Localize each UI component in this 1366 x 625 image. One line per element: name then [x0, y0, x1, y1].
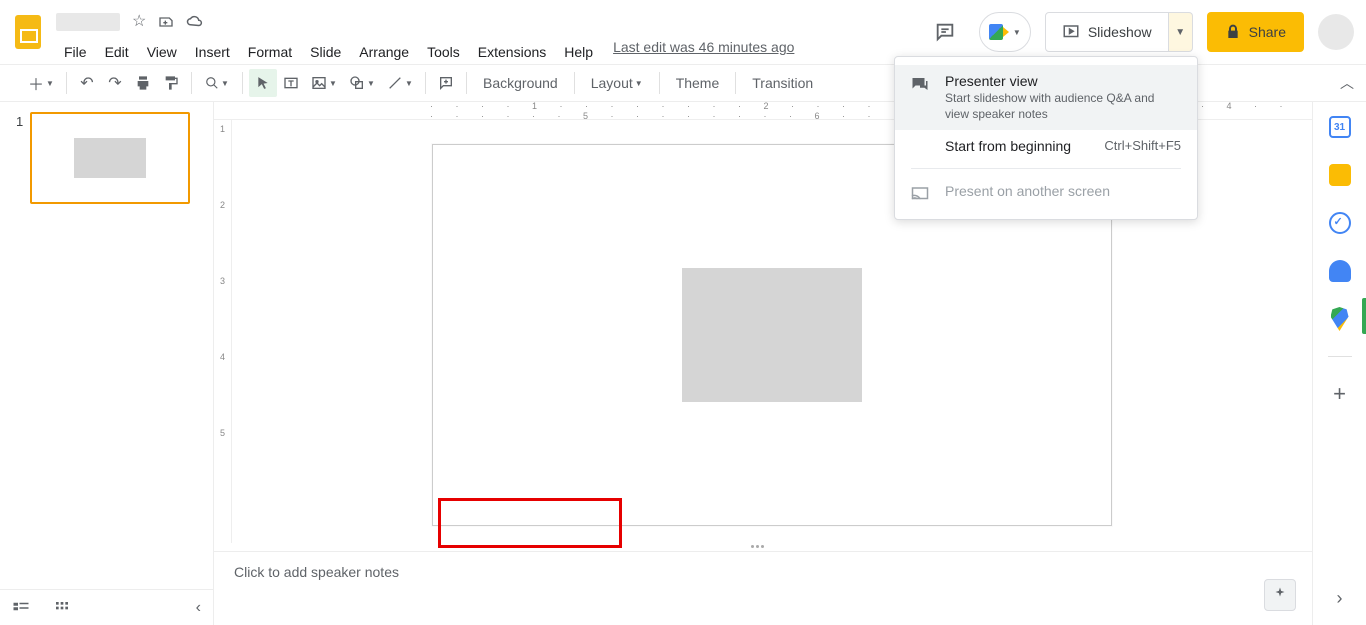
presenter-view-description: Start slideshow with audience Q&A and vi… — [945, 91, 1181, 122]
menu-file[interactable]: File — [56, 40, 95, 64]
slideshow-dropdown-menu: Presenter view Start slideshow with audi… — [894, 56, 1198, 220]
share-button[interactable]: Share — [1207, 12, 1304, 52]
collapse-filmstrip-icon[interactable]: ‹ — [196, 599, 201, 617]
last-edit-link[interactable]: Last edit was 46 minutes ago — [613, 17, 794, 55]
presenter-view-item[interactable]: Presenter view Start slideshow with audi… — [895, 65, 1197, 130]
slide-content-image[interactable] — [682, 268, 862, 402]
start-from-beginning-shortcut: Ctrl+Shift+F5 — [1104, 138, 1181, 153]
slide-thumbnail[interactable] — [30, 112, 190, 204]
lock-icon — [1225, 24, 1241, 40]
slides-logo[interactable] — [8, 12, 48, 52]
shape-tool[interactable]: ▼ — [343, 69, 381, 97]
slideshow-icon — [1062, 23, 1080, 41]
sidepanel-separator — [1328, 356, 1352, 357]
meet-icon — [989, 24, 1009, 40]
presenter-view-icon — [911, 75, 931, 93]
menu-slide[interactable]: Slide — [302, 40, 349, 64]
document-title[interactable] — [56, 13, 120, 31]
collapse-toolbar-icon[interactable]: ︿ — [1340, 73, 1354, 93]
filmstrip-view-icon[interactable] — [12, 601, 30, 615]
hide-sidepanel-icon[interactable]: › — [1337, 588, 1343, 609]
image-tool[interactable]: ▼ — [305, 69, 343, 97]
sidepanel-active-indicator — [1362, 298, 1366, 334]
theme-button[interactable]: Theme — [666, 69, 730, 97]
side-panel: 31 + › — [1312, 102, 1366, 625]
filmstrip: 1 ‹ — [0, 102, 214, 625]
textbox-tool[interactable] — [277, 69, 305, 97]
start-from-beginning-label: Start from beginning — [945, 138, 1090, 154]
background-button[interactable]: Background — [473, 69, 568, 97]
slide-thumbnail-content — [74, 138, 146, 178]
present-another-screen-item: Present on another screen — [895, 175, 1197, 211]
star-icon[interactable]: ☆ — [132, 14, 146, 30]
line-tool[interactable]: ▼ — [381, 69, 419, 97]
select-tool[interactable] — [249, 69, 277, 97]
maps-icon[interactable] — [1329, 308, 1351, 330]
comment-tool[interactable] — [432, 69, 460, 97]
present-another-screen-label: Present on another screen — [945, 183, 1181, 199]
cloud-status-icon[interactable] — [186, 14, 204, 30]
menu-tools[interactable]: Tools — [419, 40, 468, 64]
zoom-button[interactable]: ▼ — [198, 69, 236, 97]
menu-arrange[interactable]: Arrange — [351, 40, 417, 64]
menubar: File Edit View Insert Format Slide Arran… — [56, 40, 601, 64]
move-icon[interactable] — [158, 14, 174, 30]
slide-number: 1 — [16, 112, 30, 204]
new-slide-button[interactable]: ＋▼ — [22, 69, 60, 97]
slideshow-label: Slideshow — [1088, 24, 1152, 40]
comments-icon[interactable] — [925, 12, 965, 52]
cast-icon — [911, 185, 931, 203]
transition-button[interactable]: Transition — [742, 69, 823, 97]
explore-button[interactable] — [1264, 579, 1296, 611]
menu-edit[interactable]: Edit — [97, 40, 137, 64]
undo-button[interactable]: ↶ — [73, 69, 101, 97]
paint-format-button[interactable] — [157, 69, 185, 97]
layout-button[interactable]: Layout▼ — [581, 69, 653, 97]
chevron-down-icon: ▼ — [1013, 28, 1021, 37]
speaker-notes[interactable]: Click to add speaker notes — [214, 551, 1312, 625]
presenter-view-label: Presenter view — [945, 73, 1181, 89]
share-label: Share — [1249, 24, 1286, 40]
slideshow-button[interactable]: Slideshow — [1045, 12, 1169, 52]
menu-view[interactable]: View — [139, 40, 185, 64]
start-from-beginning-item[interactable]: Start from beginning Ctrl+Shift+F5 — [895, 130, 1197, 162]
print-button[interactable] — [129, 69, 157, 97]
tasks-icon[interactable] — [1329, 212, 1351, 234]
account-avatar[interactable] — [1318, 14, 1354, 50]
vertical-ruler: 12345 — [214, 120, 232, 543]
get-addons-icon[interactable]: + — [1329, 383, 1351, 405]
calendar-icon[interactable]: 31 — [1329, 116, 1351, 138]
menu-insert[interactable]: Insert — [187, 40, 238, 64]
slideshow-dropdown[interactable]: ▼ — [1169, 12, 1193, 52]
menu-help[interactable]: Help — [556, 40, 601, 64]
meet-button[interactable]: ▼ — [979, 12, 1031, 52]
menu-format[interactable]: Format — [240, 40, 300, 64]
menu-extensions[interactable]: Extensions — [470, 40, 554, 64]
redo-button[interactable]: ↷ — [101, 69, 129, 97]
grid-view-icon[interactable] — [54, 600, 70, 616]
notes-resize-handle[interactable] — [214, 543, 1312, 551]
speaker-notes-placeholder: Click to add speaker notes — [234, 564, 399, 580]
dropdown-separator — [911, 168, 1181, 169]
contacts-icon[interactable] — [1329, 260, 1351, 282]
keep-icon[interactable] — [1329, 164, 1351, 186]
